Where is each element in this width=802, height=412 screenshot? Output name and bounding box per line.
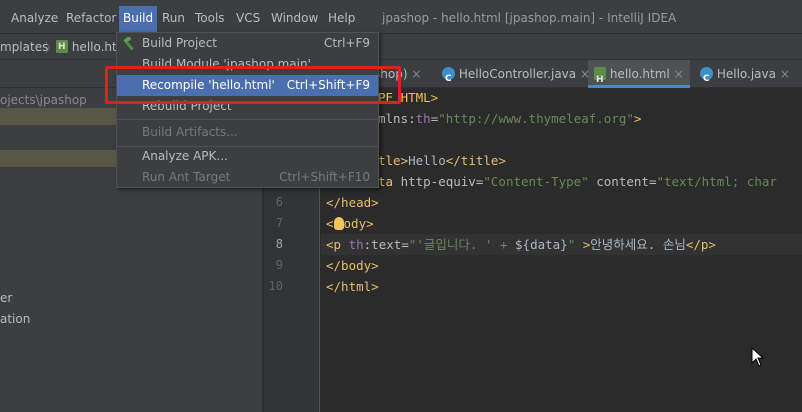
code-line: </body> <box>326 258 379 273</box>
menu-run[interactable]: Run <box>162 10 185 26</box>
menu-item-build-project[interactable]: Build Project Ctrl+F9 <box>117 33 378 54</box>
tab-hello-controller[interactable]: HelloController.java × <box>442 60 590 93</box>
breadcrumb-templates[interactable]: mplates <box>0 39 48 55</box>
menu-item-run-ant-target[interactable]: Run Ant Target Ctrl+Shift+F10 <box>117 167 378 188</box>
tab-label: Hello.java <box>716 67 776 81</box>
menu-window[interactable]: Window <box>271 10 318 26</box>
window-title: jpashop - hello.html [jpashop.main] - In… <box>382 11 677 25</box>
menu-item-build-artifacts[interactable]: Build Artifacts... <box>117 122 378 143</box>
menu-separator <box>117 119 378 120</box>
code-line: < ody> <box>326 216 374 231</box>
project-tree-row[interactable] <box>0 108 118 125</box>
code-line: mlns:th="http://www.thymeleaf.org"> <box>378 111 642 126</box>
project-tree-item[interactable]: ation <box>0 312 30 326</box>
mouse-cursor-icon <box>751 347 765 367</box>
menu-build[interactable]: Build <box>119 6 158 32</box>
line-number: 7 <box>275 216 283 230</box>
menu-item-analyze-apk[interactable]: Analyze APK... <box>117 146 378 167</box>
project-tree-row[interactable] <box>0 150 118 167</box>
line-number: 8 <box>275 237 283 251</box>
tab-hello-html[interactable]: hello.html × <box>588 60 690 94</box>
class-icon <box>442 65 455 93</box>
menu-vcs[interactable]: VCS <box>236 10 260 26</box>
line-number: 6 <box>275 195 283 209</box>
menu-tools[interactable]: Tools <box>195 10 225 26</box>
class-icon <box>700 65 713 93</box>
line-number: 10 <box>268 279 283 293</box>
menu-refactor[interactable]: Refactor <box>66 10 116 26</box>
close-icon[interactable]: × <box>674 67 684 81</box>
tab-label: HelloController.java <box>458 67 577 81</box>
project-path: ojects\jpashop <box>0 93 87 107</box>
code-editor[interactable]: PE HTML> mlns:th="http://www.thymeleaf.o… <box>321 88 802 412</box>
menu-help[interactable]: Help <box>328 10 355 26</box>
menu-bar: Analyze Refactor Build Run Tools VCS Win… <box>0 0 802 34</box>
tab-label: hello.html <box>609 67 670 81</box>
code-line: </head> <box>326 195 379 210</box>
code-line: </html> <box>326 279 379 294</box>
highlight-annotation-box <box>105 66 401 104</box>
project-tree-item[interactable]: er <box>0 291 12 305</box>
code-line: ta http-equiv="Content-Type" content="te… <box>378 174 777 189</box>
tab-hello-java[interactable]: Hello.java × <box>700 60 790 93</box>
menu-analyze[interactable]: Analyze <box>11 10 58 26</box>
code-line: tle>Hello</title> <box>378 153 506 168</box>
hammer-icon <box>123 37 134 51</box>
close-icon[interactable]: × <box>411 67 421 81</box>
line-number: 9 <box>275 258 283 272</box>
html-file-icon <box>56 39 68 55</box>
html-file-icon <box>594 66 606 94</box>
code-line-current: <p th:text="'글입니다. ' + ${data}" >안녕하세요. … <box>326 237 716 252</box>
intention-bulb-icon[interactable] <box>333 217 344 230</box>
build-menu-dropdown: Build Project Ctrl+F9 Build Module 'jpas… <box>116 32 379 188</box>
close-icon[interactable]: × <box>780 67 790 81</box>
